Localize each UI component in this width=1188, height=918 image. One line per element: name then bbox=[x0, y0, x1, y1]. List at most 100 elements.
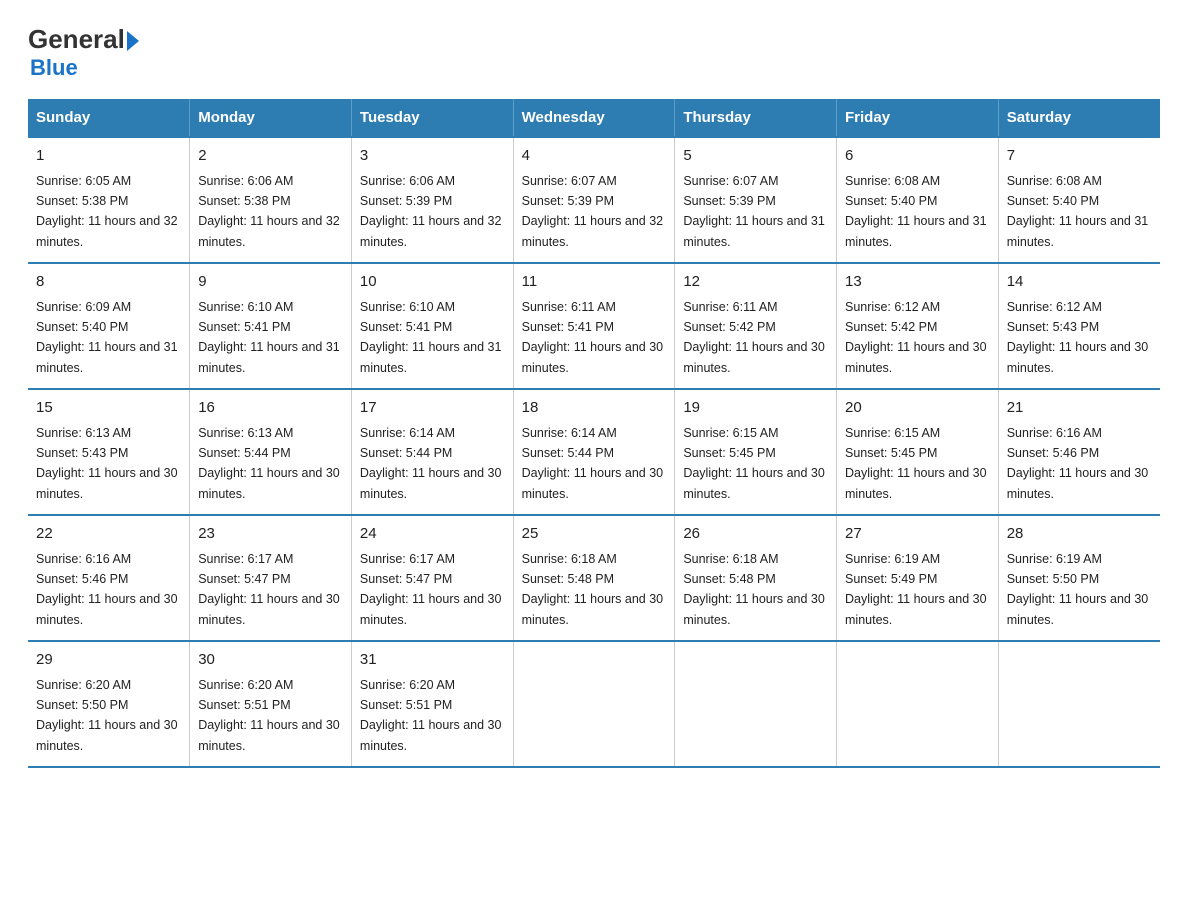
calendar-cell: 8 Sunrise: 6:09 AMSunset: 5:40 PMDaylight… bbox=[28, 263, 190, 389]
day-number: 31 bbox=[360, 649, 505, 672]
calendar-cell: 14 Sunrise: 6:12 AMSunset: 5:43 PMDayligh… bbox=[998, 263, 1160, 389]
day-number: 18 bbox=[522, 397, 667, 420]
day-number: 22 bbox=[36, 523, 181, 546]
day-info: Sunrise: 6:07 AMSunset: 5:39 PMDaylight:… bbox=[522, 174, 664, 249]
day-info: Sunrise: 6:18 AMSunset: 5:48 PMDaylight:… bbox=[683, 552, 825, 627]
calendar-table: SundayMondayTuesdayWednesdayThursdayFrid… bbox=[28, 99, 1160, 768]
day-number: 23 bbox=[198, 523, 343, 546]
day-info: Sunrise: 6:06 AMSunset: 5:39 PMDaylight:… bbox=[360, 174, 502, 249]
calendar-cell bbox=[675, 641, 837, 767]
calendar-cell: 4 Sunrise: 6:07 AMSunset: 5:39 PMDaylight… bbox=[513, 137, 675, 263]
calendar-cell: 24 Sunrise: 6:17 AMSunset: 5:47 PMDayligh… bbox=[351, 515, 513, 641]
calendar-cell: 9 Sunrise: 6:10 AMSunset: 5:41 PMDaylight… bbox=[190, 263, 352, 389]
day-number: 26 bbox=[683, 523, 828, 546]
calendar-cell: 20 Sunrise: 6:15 AMSunset: 5:45 PMDayligh… bbox=[837, 389, 999, 515]
day-info: Sunrise: 6:10 AMSunset: 5:41 PMDaylight:… bbox=[360, 300, 502, 375]
calendar-cell: 31 Sunrise: 6:20 AMSunset: 5:51 PMDayligh… bbox=[351, 641, 513, 767]
calendar-week-row: 22 Sunrise: 6:16 AMSunset: 5:46 PMDayligh… bbox=[28, 515, 1160, 641]
day-number: 5 bbox=[683, 145, 828, 168]
day-info: Sunrise: 6:08 AMSunset: 5:40 PMDaylight:… bbox=[1007, 174, 1149, 249]
calendar-week-row: 15Sunrise: 6:13 AMSunset: 5:43 PMDayligh… bbox=[28, 389, 1160, 515]
day-number: 16 bbox=[198, 397, 343, 420]
calendar-week-row: 29 Sunrise: 6:20 AMSunset: 5:50 PMDayligh… bbox=[28, 641, 1160, 767]
day-info: Sunrise: 6:17 AMSunset: 5:47 PMDaylight:… bbox=[360, 552, 502, 627]
col-header-saturday: Saturday bbox=[998, 99, 1160, 137]
calendar-cell: 27 Sunrise: 6:19 AMSunset: 5:49 PMDayligh… bbox=[837, 515, 999, 641]
day-number: 3 bbox=[360, 145, 505, 168]
day-info: Sunrise: 6:20 AMSunset: 5:51 PMDaylight:… bbox=[360, 678, 502, 753]
calendar-week-row: 8 Sunrise: 6:09 AMSunset: 5:40 PMDaylight… bbox=[28, 263, 1160, 389]
day-number: 30 bbox=[198, 649, 343, 672]
logo-blue: Blue bbox=[30, 55, 78, 81]
calendar-cell: 7 Sunrise: 6:08 AMSunset: 5:40 PMDaylight… bbox=[998, 137, 1160, 263]
calendar-cell: 26 Sunrise: 6:18 AMSunset: 5:48 PMDayligh… bbox=[675, 515, 837, 641]
calendar-cell: 1 Sunrise: 6:05 AMSunset: 5:38 PMDaylight… bbox=[28, 137, 190, 263]
day-number: 4 bbox=[522, 145, 667, 168]
day-info: Sunrise: 6:16 AMSunset: 5:46 PMDaylight:… bbox=[1007, 426, 1149, 501]
day-info: Sunrise: 6:12 AMSunset: 5:42 PMDaylight:… bbox=[845, 300, 987, 375]
day-info: Sunrise: 6:07 AMSunset: 5:39 PMDaylight:… bbox=[683, 174, 825, 249]
col-header-monday: Monday bbox=[190, 99, 352, 137]
day-number: 10 bbox=[360, 271, 505, 294]
day-number: 8 bbox=[36, 271, 181, 294]
day-info: Sunrise: 6:18 AMSunset: 5:48 PMDaylight:… bbox=[522, 552, 664, 627]
calendar-cell: 16 Sunrise: 6:13 AMSunset: 5:44 PMDayligh… bbox=[190, 389, 352, 515]
calendar-cell: 23Sunrise: 6:17 AMSunset: 5:47 PMDayligh… bbox=[190, 515, 352, 641]
day-info: Sunrise: 6:10 AMSunset: 5:41 PMDaylight:… bbox=[198, 300, 340, 375]
day-info: Sunrise: 6:06 AMSunset: 5:38 PMDaylight:… bbox=[198, 174, 340, 249]
day-info: Sunrise: 6:20 AMSunset: 5:50 PMDaylight:… bbox=[36, 678, 178, 753]
day-info: Sunrise: 6:09 AMSunset: 5:40 PMDaylight:… bbox=[36, 300, 178, 375]
calendar-week-row: 1 Sunrise: 6:05 AMSunset: 5:38 PMDaylight… bbox=[28, 137, 1160, 263]
calendar-cell: 10 Sunrise: 6:10 AMSunset: 5:41 PMDayligh… bbox=[351, 263, 513, 389]
day-info: Sunrise: 6:14 AMSunset: 5:44 PMDaylight:… bbox=[522, 426, 664, 501]
logo: General Blue bbox=[28, 24, 139, 81]
calendar-cell: 22 Sunrise: 6:16 AMSunset: 5:46 PMDayligh… bbox=[28, 515, 190, 641]
day-number: 12 bbox=[683, 271, 828, 294]
col-header-tuesday: Tuesday bbox=[351, 99, 513, 137]
day-info: Sunrise: 6:16 AMSunset: 5:46 PMDaylight:… bbox=[36, 552, 178, 627]
calendar-cell: 3 Sunrise: 6:06 AMSunset: 5:39 PMDaylight… bbox=[351, 137, 513, 263]
day-info: Sunrise: 6:15 AMSunset: 5:45 PMDaylight:… bbox=[845, 426, 987, 501]
day-info: Sunrise: 6:19 AMSunset: 5:50 PMDaylight:… bbox=[1007, 552, 1149, 627]
day-info: Sunrise: 6:05 AMSunset: 5:38 PMDaylight:… bbox=[36, 174, 178, 249]
calendar-cell: 17Sunrise: 6:14 AMSunset: 5:44 PMDayligh… bbox=[351, 389, 513, 515]
calendar-cell bbox=[837, 641, 999, 767]
day-info: Sunrise: 6:08 AMSunset: 5:40 PMDaylight:… bbox=[845, 174, 987, 249]
calendar-cell: 15Sunrise: 6:13 AMSunset: 5:43 PMDayligh… bbox=[28, 389, 190, 515]
day-number: 13 bbox=[845, 271, 990, 294]
calendar-cell bbox=[998, 641, 1160, 767]
day-number: 7 bbox=[1007, 145, 1152, 168]
col-header-sunday: Sunday bbox=[28, 99, 190, 137]
day-number: 17 bbox=[360, 397, 505, 420]
calendar-cell: 30 Sunrise: 6:20 AMSunset: 5:51 PMDayligh… bbox=[190, 641, 352, 767]
calendar-cell: 21 Sunrise: 6:16 AMSunset: 5:46 PMDayligh… bbox=[998, 389, 1160, 515]
day-number: 25 bbox=[522, 523, 667, 546]
day-number: 24 bbox=[360, 523, 505, 546]
day-info: Sunrise: 6:11 AMSunset: 5:41 PMDaylight:… bbox=[522, 300, 664, 375]
day-info: Sunrise: 6:12 AMSunset: 5:43 PMDaylight:… bbox=[1007, 300, 1149, 375]
day-info: Sunrise: 6:15 AMSunset: 5:45 PMDaylight:… bbox=[683, 426, 825, 501]
day-number: 27 bbox=[845, 523, 990, 546]
day-number: 14 bbox=[1007, 271, 1152, 294]
calendar-cell: 2 Sunrise: 6:06 AMSunset: 5:38 PMDaylight… bbox=[190, 137, 352, 263]
day-info: Sunrise: 6:11 AMSunset: 5:42 PMDaylight:… bbox=[683, 300, 825, 375]
day-number: 11 bbox=[522, 271, 667, 294]
day-number: 21 bbox=[1007, 397, 1152, 420]
day-number: 2 bbox=[198, 145, 343, 168]
day-number: 20 bbox=[845, 397, 990, 420]
day-number: 9 bbox=[198, 271, 343, 294]
calendar-cell: 18 Sunrise: 6:14 AMSunset: 5:44 PMDayligh… bbox=[513, 389, 675, 515]
logo-triangle-icon bbox=[127, 31, 139, 51]
calendar-cell: 12 Sunrise: 6:11 AMSunset: 5:42 PMDayligh… bbox=[675, 263, 837, 389]
day-info: Sunrise: 6:13 AMSunset: 5:44 PMDaylight:… bbox=[198, 426, 340, 501]
day-info: Sunrise: 6:20 AMSunset: 5:51 PMDaylight:… bbox=[198, 678, 340, 753]
day-number: 29 bbox=[36, 649, 181, 672]
calendar-header-row: SundayMondayTuesdayWednesdayThursdayFrid… bbox=[28, 99, 1160, 137]
page-header: General Blue bbox=[28, 24, 1160, 81]
day-number: 19 bbox=[683, 397, 828, 420]
day-number: 1 bbox=[36, 145, 181, 168]
day-number: 28 bbox=[1007, 523, 1152, 546]
calendar-cell: 5 Sunrise: 6:07 AMSunset: 5:39 PMDaylight… bbox=[675, 137, 837, 263]
day-info: Sunrise: 6:19 AMSunset: 5:49 PMDaylight:… bbox=[845, 552, 987, 627]
day-number: 15 bbox=[36, 397, 181, 420]
